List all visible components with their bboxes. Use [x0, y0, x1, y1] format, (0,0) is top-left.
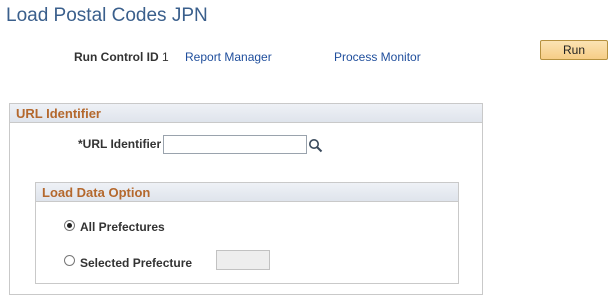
run-button[interactable]: Run: [540, 40, 608, 60]
run-control-id-label: Run Control ID: [74, 50, 159, 64]
selected-prefecture-radio[interactable]: [64, 255, 75, 266]
all-prefectures-label[interactable]: All Prefectures: [80, 220, 165, 234]
selected-prefecture-label[interactable]: Selected Prefecture: [80, 256, 192, 270]
report-manager-link[interactable]: Report Manager: [185, 50, 272, 64]
url-identifier-header: URL Identifier: [10, 104, 482, 123]
url-identifier-input[interactable]: [163, 135, 307, 154]
all-prefectures-radio[interactable]: [64, 220, 75, 231]
load-data-option-header: Load Data Option: [36, 183, 458, 202]
run-control-bar: Run Control ID 1 Report Manager Process …: [0, 48, 613, 66]
run-control-id-value: 1: [162, 50, 169, 64]
magnifier-icon[interactable]: [308, 138, 323, 153]
process-monitor-link[interactable]: Process Monitor: [334, 50, 421, 64]
prefecture-input: [216, 250, 270, 270]
page-title: Load Postal Codes JPN: [6, 5, 208, 26]
url-identifier-label: *URL Identifier: [78, 137, 162, 151]
